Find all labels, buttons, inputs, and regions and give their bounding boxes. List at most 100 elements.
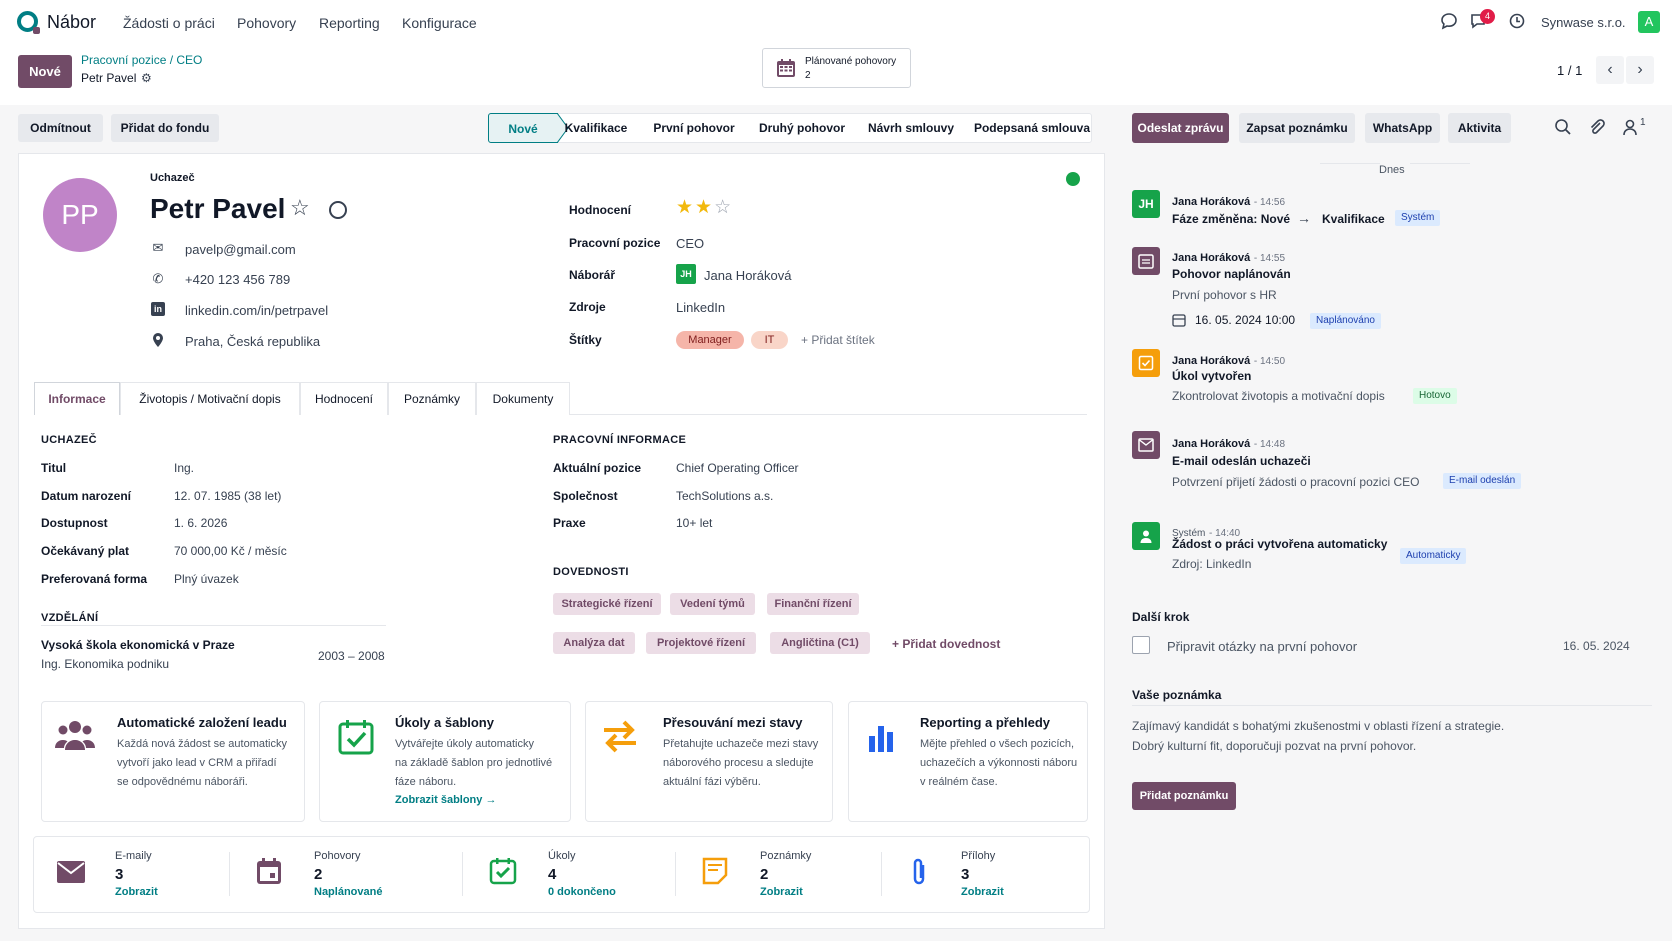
add-tag-link[interactable]: + Přidat štítek bbox=[801, 333, 875, 347]
stat-label: Úkoly bbox=[548, 850, 576, 862]
company-value[interactable]: TechSolutions a.s. bbox=[676, 489, 773, 503]
app-name[interactable]: Nábor bbox=[47, 12, 96, 33]
stat-value: 2 bbox=[314, 866, 323, 883]
search-icon[interactable] bbox=[1554, 118, 1572, 139]
stage-new[interactable]: Nové bbox=[488, 113, 558, 143]
app-logo-icon[interactable] bbox=[17, 11, 40, 34]
source-value[interactable]: LinkedIn bbox=[676, 300, 725, 315]
add-note-button[interactable]: Přidat poznámku bbox=[1132, 782, 1236, 810]
top-navbar: Nábor Žádosti o práci Pohovory Reporting… bbox=[0, 0, 1672, 46]
stat-value: 2 bbox=[760, 866, 769, 883]
date-separator: Dnes bbox=[1379, 164, 1405, 176]
current-position-value[interactable]: Chief Operating Officer bbox=[676, 461, 799, 475]
position-value[interactable]: CEO bbox=[676, 236, 704, 251]
paperclip-icon[interactable] bbox=[1588, 118, 1606, 139]
current-position-label: Aktuální pozice bbox=[553, 461, 642, 475]
stat-link[interactable]: Zobrazit bbox=[115, 886, 158, 898]
add-skill-link[interactable]: + Přidat dovednost bbox=[892, 637, 1000, 651]
new-record-button[interactable]: Nové bbox=[18, 55, 72, 88]
stage-first-interview[interactable]: První pohovor bbox=[650, 113, 738, 143]
stat-link[interactable]: Zobrazit bbox=[961, 886, 1004, 898]
activity-status-icon[interactable] bbox=[329, 201, 347, 219]
recruiter-avatar: JH bbox=[676, 264, 696, 284]
show-templates-link[interactable]: Zobrazit šablony → bbox=[395, 794, 496, 806]
tab-rating[interactable]: Hodnocení bbox=[300, 382, 388, 415]
control-panel: Nové Plánované pohovory 2 bbox=[0, 46, 1672, 105]
phone-field[interactable]: +420 123 456 789 bbox=[185, 272, 290, 287]
availability-value[interactable]: 1. 6. 2026 bbox=[174, 516, 227, 530]
user-avatar[interactable]: A bbox=[1638, 11, 1660, 33]
tag-manager[interactable]: Manager bbox=[676, 331, 744, 349]
log-note-button[interactable]: Zapsat poznámku bbox=[1239, 113, 1355, 143]
tab-notes[interactable]: Poznámky bbox=[388, 382, 476, 415]
menu-applications[interactable]: Žádosti o práci bbox=[123, 15, 215, 31]
employment-type-value[interactable]: Plný úvazek bbox=[174, 572, 239, 586]
tab-resume[interactable]: Životopis / Motivační dopis bbox=[120, 382, 300, 415]
skill-tag[interactable]: Analýza dat bbox=[553, 632, 635, 654]
stats-divider bbox=[462, 852, 463, 896]
breadcrumb[interactable]: Pracovní pozice / CEO bbox=[81, 53, 202, 67]
stats-divider bbox=[881, 852, 882, 896]
skill-tag[interactable]: Finanční řízení bbox=[767, 593, 859, 615]
whatsapp-button[interactable]: WhatsApp bbox=[1365, 113, 1440, 143]
stat-label: E-maily bbox=[115, 850, 152, 862]
add-to-pool-button[interactable]: Přidat do fondu bbox=[111, 114, 219, 142]
experience-value[interactable]: 10+ let bbox=[676, 516, 712, 530]
applicant-name[interactable]: Petr Pavel bbox=[150, 193, 285, 225]
applicant-avatar[interactable]: PP bbox=[43, 178, 117, 252]
next-step-checkbox[interactable] bbox=[1132, 636, 1150, 654]
task-edit-icon bbox=[1132, 349, 1160, 377]
planned-interviews-smart-button[interactable]: Plánované pohovory 2 bbox=[762, 48, 911, 88]
chat-bubble-icon[interactable] bbox=[1438, 12, 1460, 34]
rating-stars[interactable]: ★★☆ bbox=[676, 196, 733, 219]
chevron-left-icon[interactable]: ‹ bbox=[1596, 56, 1624, 84]
menu-configuration[interactable]: Konfigurace bbox=[402, 15, 477, 31]
location-field[interactable]: Praha, Česká republika bbox=[185, 334, 320, 349]
star-filled-icon[interactable]: ★ bbox=[676, 197, 695, 218]
calendar-icon bbox=[777, 59, 795, 77]
gear-icon[interactable]: ⚙ bbox=[141, 71, 152, 85]
skill-tag[interactable]: Projektové řízení bbox=[646, 632, 756, 654]
menu-interviews[interactable]: Pohovory bbox=[237, 15, 296, 31]
record-name: Petr Pavel bbox=[81, 71, 137, 85]
followers-icon[interactable] bbox=[1622, 118, 1638, 139]
menu-reporting[interactable]: Reporting bbox=[319, 15, 380, 31]
tab-information[interactable]: Informace bbox=[34, 382, 120, 415]
chevron-right-icon[interactable]: › bbox=[1626, 56, 1654, 84]
note-text[interactable]: Zajímavý kandidát s bohatými zkušenostmi… bbox=[1132, 716, 1504, 756]
stage-contract-proposal[interactable]: Návrh smlouvy bbox=[866, 113, 956, 143]
pager-value[interactable]: 1 / 1 bbox=[1557, 63, 1582, 78]
linkedin-field[interactable]: linkedin.com/in/petrpavel bbox=[185, 303, 328, 318]
star-empty-icon[interactable]: ☆ bbox=[714, 197, 733, 218]
title-label: Titul bbox=[41, 461, 67, 475]
stage-qualification[interactable]: Kvalifikace bbox=[562, 113, 630, 143]
reject-button[interactable]: Odmítnout bbox=[18, 114, 103, 142]
stat-link[interactable]: 0 dokončeno bbox=[548, 886, 616, 898]
stat-link[interactable]: Naplánované bbox=[314, 886, 382, 898]
clock-icon[interactable] bbox=[1506, 12, 1528, 34]
recruiter-value[interactable]: Jana Horáková bbox=[704, 268, 791, 283]
send-message-button[interactable]: Odeslat zprávu bbox=[1132, 113, 1229, 143]
skill-tag[interactable]: Vedení týmů bbox=[670, 593, 755, 615]
stage-contract-signed[interactable]: Podepsaná smlouva bbox=[972, 113, 1092, 143]
birthdate-value[interactable]: 12. 07. 1985 (38 let) bbox=[174, 489, 281, 503]
stage-second-interview[interactable]: Druhý pohovor bbox=[754, 113, 850, 143]
bar-chart-icon bbox=[861, 720, 905, 764]
tab-documents[interactable]: Dokumenty bbox=[476, 382, 570, 415]
salary-value[interactable]: 70 000,00 Kč / měsíc bbox=[174, 544, 287, 558]
company-switcher[interactable]: Synwase s.r.o. bbox=[1541, 15, 1626, 30]
stat-link[interactable]: Zobrazit bbox=[760, 886, 803, 898]
smart-button-label: Plánované pohovory bbox=[805, 56, 897, 67]
user-system-icon bbox=[1132, 522, 1160, 550]
title-value[interactable]: Ing. bbox=[174, 461, 194, 475]
next-step-text[interactable]: Připravit otázky na první pohovor bbox=[1167, 639, 1357, 654]
star-icon[interactable]: ☆ bbox=[290, 195, 310, 221]
star-filled-icon[interactable]: ★ bbox=[695, 197, 714, 218]
activity-button[interactable]: Aktivita bbox=[1448, 113, 1511, 143]
tag-it[interactable]: IT bbox=[751, 331, 788, 349]
skill-tag[interactable]: Angličtina (C1) bbox=[770, 632, 870, 654]
followers-count: 1 bbox=[1640, 117, 1646, 128]
skill-tag[interactable]: Strategické řízení bbox=[553, 593, 661, 615]
status-dot[interactable] bbox=[1066, 172, 1080, 186]
email-field[interactable]: pavelp@gmail.com bbox=[185, 242, 296, 257]
